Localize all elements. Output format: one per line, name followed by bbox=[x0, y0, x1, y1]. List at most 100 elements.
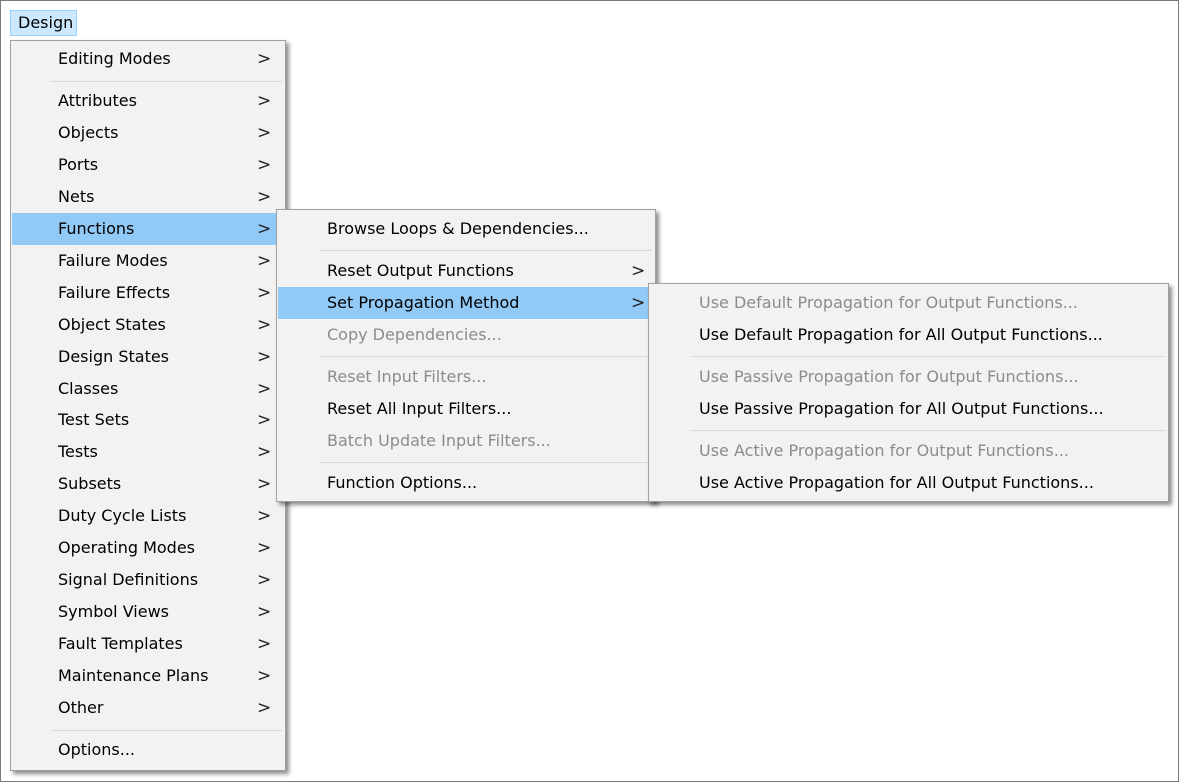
design-dropdown-menu: Editing Modes > Attributes > Objects > P… bbox=[10, 40, 286, 771]
menu-item-set-propagation-method[interactable]: Set Propagation Method > bbox=[278, 287, 654, 319]
menu-item-copy-dependencies[interactable]: Copy Dependencies... bbox=[278, 319, 654, 351]
menu-item-label: Symbol Views bbox=[58, 602, 169, 621]
menu-item-attributes[interactable]: Attributes > bbox=[12, 85, 284, 117]
menu-item-browse-loops[interactable]: Browse Loops & Dependencies... bbox=[278, 213, 654, 245]
menu-item-reset-all-input-filters[interactable]: Reset All Input Filters... bbox=[278, 393, 654, 425]
menu-item-label: Signal Definitions bbox=[58, 570, 199, 589]
menu-item-editing-modes[interactable]: Editing Modes > bbox=[12, 43, 284, 75]
menu-item-label: Use Default Propagation for All Output F… bbox=[699, 325, 1103, 344]
chevron-right-icon: > bbox=[257, 506, 272, 526]
chevron-right-icon: > bbox=[257, 49, 272, 69]
menu-item-objects[interactable]: Objects > bbox=[12, 117, 284, 149]
menu-item-label: Tests bbox=[58, 442, 98, 461]
functions-submenu: Browse Loops & Dependencies... Reset Out… bbox=[276, 209, 656, 502]
menu-item-label: Failure Effects bbox=[58, 283, 171, 302]
menu-item-label: Use Passive Propagation for All Output F… bbox=[699, 399, 1104, 418]
menu-item-active-propagation[interactable]: Use Active Propagation for Output Functi… bbox=[650, 435, 1167, 467]
menu-item-operating-modes[interactable]: Operating Modes > bbox=[12, 532, 284, 564]
menu-item-label: Options... bbox=[58, 740, 135, 759]
menu-item-test-sets[interactable]: Test Sets > bbox=[12, 404, 284, 436]
menu-item-classes[interactable]: Classes > bbox=[12, 373, 284, 405]
menu-item-tests[interactable]: Tests > bbox=[12, 436, 284, 468]
menu-separator bbox=[691, 356, 1165, 357]
menu-separator bbox=[319, 356, 652, 357]
menu-item-signal-definitions[interactable]: Signal Definitions > bbox=[12, 564, 284, 596]
menu-item-reset-input-filters[interactable]: Reset Input Filters... bbox=[278, 361, 654, 393]
menu-item-label: Use Default Propagation for Output Funct… bbox=[699, 293, 1078, 312]
chevron-right-icon: > bbox=[257, 442, 272, 462]
menu-item-failure-modes[interactable]: Failure Modes > bbox=[12, 245, 284, 277]
menu-item-label: Function Options... bbox=[327, 473, 478, 492]
menu-item-design-states[interactable]: Design States > bbox=[12, 341, 284, 373]
menu-item-label: Object States bbox=[58, 315, 166, 334]
chevron-right-icon: > bbox=[257, 666, 272, 686]
chevron-right-icon: > bbox=[257, 698, 272, 718]
menu-separator bbox=[691, 430, 1165, 431]
menu-item-label: Ports bbox=[58, 155, 99, 174]
menu-item-other[interactable]: Other > bbox=[12, 692, 284, 724]
menu-item-batch-update-input-filters[interactable]: Batch Update Input Filters... bbox=[278, 425, 654, 457]
menu-item-label: Maintenance Plans bbox=[58, 666, 209, 685]
menu-item-label: Batch Update Input Filters... bbox=[327, 431, 551, 450]
chevron-right-icon: > bbox=[631, 293, 646, 313]
menu-item-label: Attributes bbox=[58, 91, 137, 110]
chevron-right-icon: > bbox=[257, 251, 272, 271]
menu-item-label: Subsets bbox=[58, 474, 122, 493]
menu-item-label: Other bbox=[58, 698, 104, 717]
chevron-right-icon: > bbox=[257, 474, 272, 494]
menu-item-maintenance-plans[interactable]: Maintenance Plans > bbox=[12, 660, 284, 692]
chevron-right-icon: > bbox=[257, 634, 272, 654]
menu-item-label: Editing Modes bbox=[58, 49, 171, 68]
menu-item-symbol-views[interactable]: Symbol Views > bbox=[12, 596, 284, 628]
chevron-right-icon: > bbox=[257, 219, 272, 239]
chevron-right-icon: > bbox=[631, 261, 646, 281]
chevron-right-icon: > bbox=[257, 347, 272, 367]
chevron-right-icon: > bbox=[257, 570, 272, 590]
propagation-submenu: Use Default Propagation for Output Funct… bbox=[648, 283, 1169, 502]
chevron-right-icon: > bbox=[257, 602, 272, 622]
menu-item-passive-propagation[interactable]: Use Passive Propagation for Output Funct… bbox=[650, 361, 1167, 393]
menu-item-label: Reset All Input Filters... bbox=[327, 399, 512, 418]
menu-item-label: Use Active Propagation for All Output Fu… bbox=[699, 473, 1094, 492]
menu-item-subsets[interactable]: Subsets > bbox=[12, 468, 284, 500]
menu-item-label: Copy Dependencies... bbox=[327, 325, 502, 344]
menu-item-label: Objects bbox=[58, 123, 119, 142]
menu-item-function-options[interactable]: Function Options... bbox=[278, 467, 654, 499]
menu-item-label: Duty Cycle Lists bbox=[58, 506, 187, 525]
menu-item-options[interactable]: Options... bbox=[12, 734, 284, 766]
menu-item-label: Classes bbox=[58, 379, 119, 398]
menu-item-reset-output-functions[interactable]: Reset Output Functions > bbox=[278, 255, 654, 287]
menu-separator bbox=[51, 81, 282, 82]
menu-item-nets[interactable]: Nets > bbox=[12, 181, 284, 213]
chevron-right-icon: > bbox=[257, 123, 272, 143]
menu-item-functions[interactable]: Functions > bbox=[12, 213, 284, 245]
menu-item-object-states[interactable]: Object States > bbox=[12, 309, 284, 341]
menu-item-label: Fault Templates bbox=[58, 634, 183, 653]
menu-item-passive-propagation-all[interactable]: Use Passive Propagation for All Output F… bbox=[650, 393, 1167, 425]
menu-item-duty-cycle-lists[interactable]: Duty Cycle Lists > bbox=[12, 500, 284, 532]
menu-separator bbox=[51, 730, 282, 731]
menu-item-label: Design States bbox=[58, 347, 170, 366]
menu-item-label: Use Active Propagation for Output Functi… bbox=[699, 441, 1069, 460]
menu-item-label: Operating Modes bbox=[58, 538, 196, 557]
menu-item-label: Browse Loops & Dependencies... bbox=[327, 219, 589, 238]
menu-item-fault-templates[interactable]: Fault Templates > bbox=[12, 628, 284, 660]
menu-item-label: Use Passive Propagation for Output Funct… bbox=[699, 367, 1079, 386]
menu-item-label: Reset Output Functions bbox=[327, 261, 514, 280]
chevron-right-icon: > bbox=[257, 538, 272, 558]
chevron-right-icon: > bbox=[257, 283, 272, 303]
menu-design[interactable]: Design bbox=[10, 10, 77, 36]
menu-separator bbox=[319, 462, 652, 463]
menu-item-label: Set Propagation Method bbox=[327, 293, 520, 312]
chevron-right-icon: > bbox=[257, 315, 272, 335]
menu-item-default-propagation-all[interactable]: Use Default Propagation for All Output F… bbox=[650, 319, 1167, 351]
menu-item-failure-effects[interactable]: Failure Effects > bbox=[12, 277, 284, 309]
chevron-right-icon: > bbox=[257, 379, 272, 399]
menu-item-default-propagation[interactable]: Use Default Propagation for Output Funct… bbox=[650, 287, 1167, 319]
chevron-right-icon: > bbox=[257, 91, 272, 111]
menu-item-active-propagation-all[interactable]: Use Active Propagation for All Output Fu… bbox=[650, 467, 1167, 499]
menu-item-label: Failure Modes bbox=[58, 251, 168, 270]
menu-item-ports[interactable]: Ports > bbox=[12, 149, 284, 181]
menu-item-label: Nets bbox=[58, 187, 95, 206]
menu-item-label: Functions bbox=[58, 219, 135, 238]
